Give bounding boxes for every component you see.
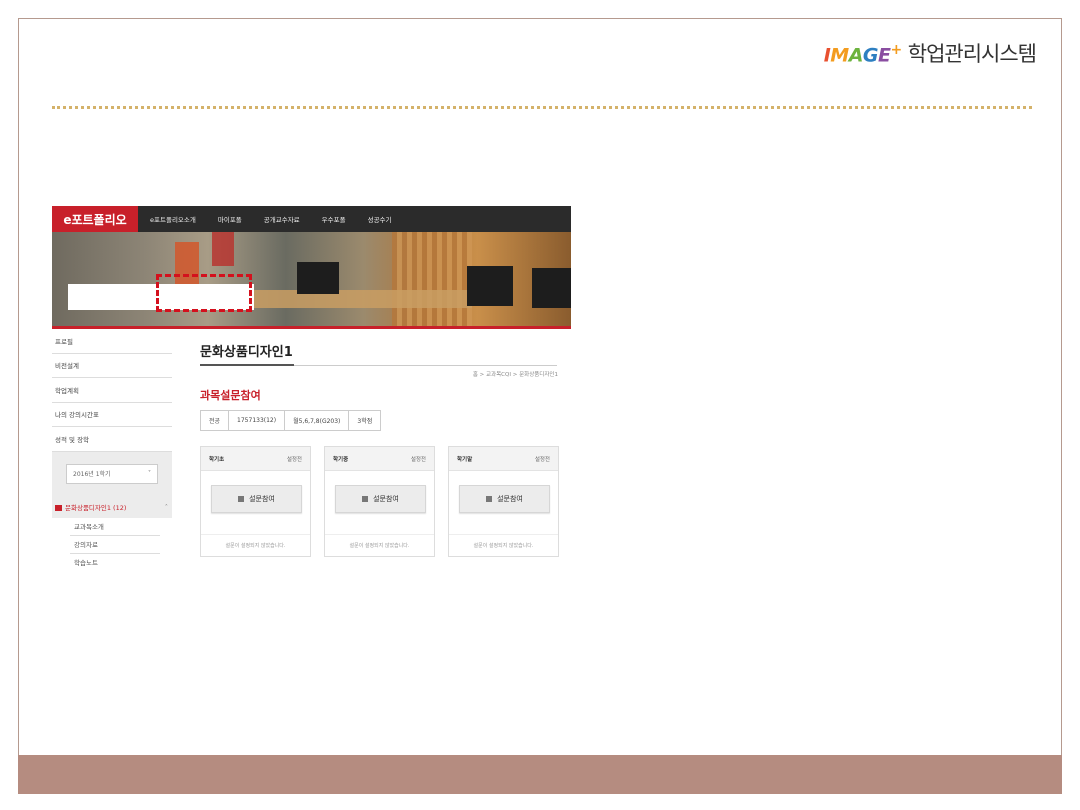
survey-button[interactable]: 설문참여 bbox=[459, 485, 550, 513]
card-title: 학기말 bbox=[457, 456, 473, 463]
card-status: 설정전 bbox=[410, 456, 426, 463]
sidebar-item-grades[interactable]: 성적 및 장학 bbox=[52, 427, 172, 452]
sidebar-sub-item-intro[interactable]: 교과목소개 bbox=[70, 517, 160, 536]
card-status: 설정전 bbox=[534, 456, 550, 463]
chevron-down-icon: ˅ bbox=[148, 470, 151, 477]
sidebar-item-vision[interactable]: 비전설계 bbox=[52, 353, 172, 378]
card-footer: 설문이 설정되지 않았습니다. bbox=[449, 534, 558, 556]
sidebar-course[interactable]: 문화상품디자인1 (12) ˄ bbox=[52, 502, 172, 512]
slide-footer-bar bbox=[18, 755, 1062, 794]
card-footer: 설문이 설정되지 않았습니다. bbox=[325, 534, 434, 556]
chevron-up-icon: ˄ bbox=[164, 502, 168, 511]
page-title: 문화상품디자인1 bbox=[200, 345, 293, 360]
breadcrumb: 홈 > 교과목CQI > 문화상품디자인1 bbox=[472, 372, 558, 378]
brand-logo[interactable]: e포트폴리오 bbox=[52, 206, 138, 232]
sidebar-item-profile[interactable]: 프로필 bbox=[52, 329, 172, 354]
section-title: 과목설문참여 bbox=[200, 389, 261, 402]
top-nav: e포트폴리오 e포트폴리오소개 마이포폴 공개교수자료 우수포폴 성공수기 bbox=[52, 206, 571, 232]
sidebar-item-study-plan[interactable]: 학업계획 bbox=[52, 378, 172, 403]
document-icon bbox=[486, 496, 493, 502]
main-content: 문화상품디자인1 홈 > 교과목CQI > 문화상품디자인1 과목설문참여 전공… bbox=[200, 329, 560, 567]
flag-icon bbox=[55, 504, 62, 511]
sidebar-sub-item-notes[interactable]: 학습노트 bbox=[70, 553, 160, 567]
survey-button[interactable]: 설문참여 bbox=[335, 485, 426, 513]
card-status: 설정전 bbox=[286, 456, 302, 463]
system-logo: IMAGE+ 학업관리시스템 bbox=[823, 38, 1037, 68]
survey-card-mid: 학기중 설정전 설문참여 설문이 설정되지 않았습니다. bbox=[324, 446, 435, 557]
card-footer: 설문이 설정되지 않았습니다. bbox=[201, 534, 310, 556]
logo-title: 학업관리시스템 bbox=[907, 42, 1037, 66]
nav-item-open-materials[interactable]: 공개교수자료 bbox=[264, 214, 300, 224]
nav-item-my-portfolio[interactable]: 마이포폴 bbox=[218, 214, 242, 224]
nav-item-success-stories[interactable]: 성공수기 bbox=[368, 214, 392, 224]
survey-card-start: 학기초 설정전 설문참여 설문이 설정되지 않았습니다. bbox=[200, 446, 311, 557]
info-major: 전공 bbox=[201, 411, 230, 430]
card-title: 학기초 bbox=[209, 456, 225, 463]
survey-card-end: 학기말 설정전 설문참여 설문이 설정되지 않았습니다. bbox=[448, 446, 559, 557]
document-icon bbox=[362, 496, 369, 502]
nav-item-best-portfolio[interactable]: 우수포폴 bbox=[322, 214, 346, 224]
course-info: 전공 1757133(12) 월5,6,7,8(G203) 3학점 bbox=[200, 410, 382, 431]
info-course-code: 1757133(12) bbox=[229, 411, 286, 430]
sidebar: 프로필 비전설계 학업계획 나의 강의시간표 성적 및 장학 2016년 1학기… bbox=[52, 329, 172, 567]
card-title: 학기중 bbox=[333, 456, 349, 463]
sidebar-item-timetable[interactable]: 나의 강의시간표 bbox=[52, 402, 172, 427]
nav-item-intro[interactable]: e포트폴리오소개 bbox=[150, 214, 196, 224]
survey-button[interactable]: 설문참여 bbox=[211, 485, 302, 513]
document-icon bbox=[238, 496, 245, 502]
semester-select[interactable]: 2016년 1학기 ˅ bbox=[66, 463, 158, 484]
hero-banner bbox=[52, 232, 571, 326]
eportfolio-screenshot: e포트폴리오 e포트폴리오소개 마이포폴 공개교수자료 우수포폴 성공수기 프로… bbox=[52, 206, 571, 567]
highlight-box bbox=[156, 274, 252, 312]
dotted-divider bbox=[52, 106, 1032, 109]
info-credits: 3학점 bbox=[357, 418, 373, 425]
info-schedule: 월5,6,7,8(G203) bbox=[285, 411, 350, 430]
sidebar-sub-item-materials[interactable]: 강의자료 bbox=[70, 535, 160, 554]
image-plus-logo: IMAGE+ bbox=[823, 41, 903, 66]
